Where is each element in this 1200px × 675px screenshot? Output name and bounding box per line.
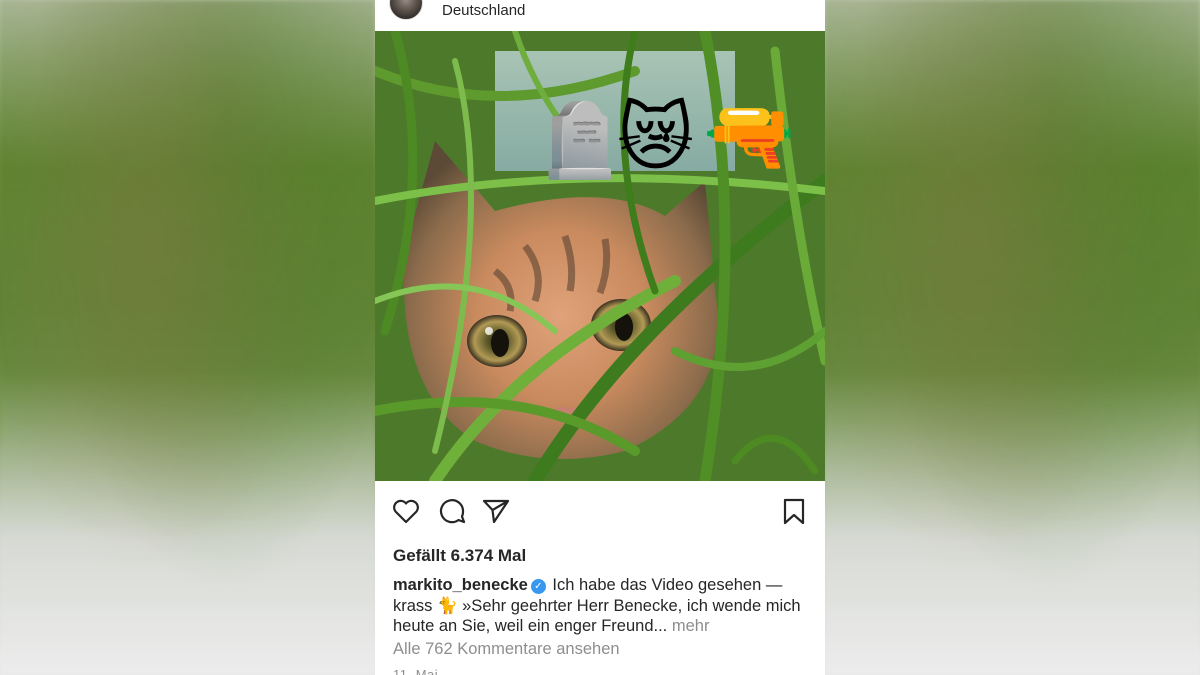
view-all-comments-link[interactable]: Alle 762 Kommentare ansehen — [393, 640, 620, 659]
headstone-emoji: 🪦 — [535, 99, 625, 181]
verified-badge-icon: ✓ — [530, 579, 546, 594]
post-photo[interactable]: 🪦 😿 🔫 — [375, 31, 825, 481]
caption-more-link[interactable]: mehr — [667, 617, 710, 635]
cat-in-grass-illustration: 🪦 😿 🔫 — [375, 31, 825, 481]
caption-username[interactable]: markito_benecke — [393, 576, 528, 594]
background-blur-left — [0, 0, 375, 675]
post-caption: markito_benecke ✓ Ich habe das Video gese… — [393, 575, 813, 637]
crying-cat-emoji: 😿 — [617, 96, 694, 179]
post-date: 11. Mai — [393, 667, 439, 675]
bookmark-icon[interactable] — [779, 496, 809, 526]
post-actions — [375, 496, 825, 532]
more-dots-icon[interactable] — [789, 0, 809, 2]
instagram-post: Deutschland 🪦 😿 🔫 Gefällt 6.374 Mal mark… — [375, 0, 825, 675]
heart-icon[interactable] — [391, 496, 421, 526]
water-pistol-emoji: 🔫 — [703, 94, 795, 177]
paper-plane-icon[interactable] — [481, 496, 511, 526]
post-location[interactable]: Deutschland — [442, 2, 525, 19]
user-avatar[interactable] — [389, 0, 423, 20]
background-blur-right — [825, 0, 1200, 675]
likes-count[interactable]: Gefällt 6.374 Mal — [393, 546, 526, 566]
post-header: Deutschland — [375, 0, 825, 31]
comment-bubble-icon[interactable] — [437, 496, 467, 526]
